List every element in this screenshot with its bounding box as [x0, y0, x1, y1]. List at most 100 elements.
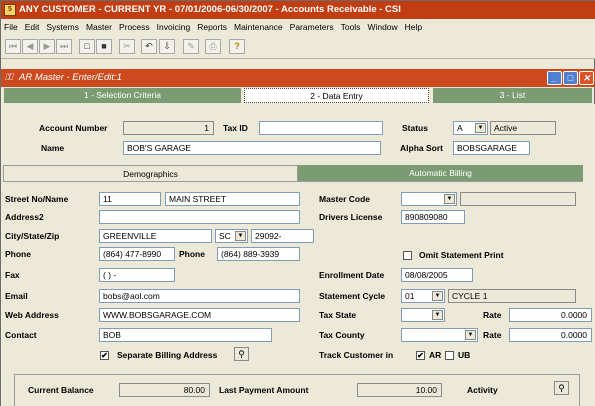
- close-button[interactable]: ✕: [579, 71, 594, 85]
- menu-maintenance[interactable]: Maintenance: [234, 22, 283, 32]
- email-label: Email: [5, 291, 28, 301]
- phone2-field[interactable]: (864) 889-3939: [217, 247, 300, 261]
- menu-master[interactable]: Master: [86, 22, 112, 32]
- separate-billing-checkbox[interactable]: ✔: [100, 351, 109, 360]
- tab-strip: 1 - Selection Criteria 2 - Data Entry 3 …: [1, 87, 595, 104]
- prev-record-icon[interactable]: ◀: [22, 39, 38, 54]
- app-title: ANY CUSTOMER - CURRENT YR - 07/01/2006-0…: [19, 4, 401, 15]
- statement-cycle-code: 01: [405, 291, 415, 301]
- statement-cycle-select[interactable]: 01 ▼: [401, 289, 445, 303]
- activity-label: Activity: [467, 385, 498, 395]
- data-entry-form: Account Number 1 Tax ID Status A ▼ Activ…: [1, 104, 595, 406]
- current-balance-field: 80.00: [119, 383, 210, 397]
- drivers-license-field[interactable]: 890809080: [401, 210, 465, 224]
- chevron-down-icon[interactable]: ▼: [444, 194, 455, 204]
- state-select[interactable]: SC ▼: [215, 229, 248, 243]
- last-payment-label: Last Payment Amount: [219, 385, 309, 395]
- menu-window[interactable]: Window: [367, 22, 397, 32]
- web-address-field[interactable]: WWW.BOBSGARAGE.COM: [99, 308, 300, 322]
- master-code-select[interactable]: ▼: [401, 192, 457, 206]
- menu-file[interactable]: File: [4, 22, 18, 32]
- omit-statement-label: Omit Statement Print: [419, 250, 504, 260]
- city-field[interactable]: GREENVILLE: [99, 229, 212, 243]
- minimize-button[interactable]: _: [547, 71, 562, 85]
- menu-edit[interactable]: Edit: [25, 22, 40, 32]
- menu-tools[interactable]: Tools: [341, 22, 361, 32]
- menu-bar: File Edit Systems Master Process Invoici…: [1, 19, 595, 35]
- fax-field[interactable]: ( ) -: [99, 268, 175, 282]
- toolbar: ⏮ ◀ ▶ ⏭ □ ■ ✂ ↶ ⇩ ✎ ⎙ ?: [1, 35, 595, 59]
- status-code: A: [457, 123, 463, 133]
- master-code-description: [460, 192, 576, 206]
- menu-help[interactable]: Help: [405, 22, 422, 32]
- name-field[interactable]: BOB'S GARAGE: [123, 141, 381, 155]
- account-number-field[interactable]: 1: [123, 121, 214, 135]
- status-text-field: Active: [490, 121, 556, 135]
- save-icon[interactable]: ■: [96, 39, 112, 54]
- separate-billing-label: Separate Billing Address: [117, 350, 218, 360]
- import-icon[interactable]: ⇩: [159, 39, 175, 54]
- menu-invoicing[interactable]: Invoicing: [157, 22, 191, 32]
- print-icon[interactable]: ⎙: [205, 39, 221, 54]
- first-record-icon[interactable]: ⏮: [5, 39, 21, 54]
- phone-field[interactable]: (864) 477-8990: [99, 247, 175, 261]
- omit-statement-checkbox[interactable]: [403, 251, 412, 260]
- street-no-field[interactable]: 11: [99, 192, 161, 206]
- address2-field[interactable]: [99, 210, 300, 224]
- chevron-down-icon[interactable]: ▼: [432, 291, 443, 301]
- next-record-icon[interactable]: ▶: [39, 39, 55, 54]
- subtab-demographics[interactable]: Demographics: [3, 165, 298, 181]
- tax-state-rate-label: Rate: [483, 310, 502, 320]
- statement-cycle-text: CYCLE 1: [448, 289, 576, 303]
- tax-county-rate-field[interactable]: 0.0000: [509, 328, 592, 342]
- menu-systems[interactable]: Systems: [46, 22, 79, 32]
- track-customer-label: Track Customer in: [319, 350, 394, 360]
- zip-field[interactable]: 29092-: [251, 229, 314, 243]
- tax-county-select[interactable]: ▼: [401, 328, 478, 342]
- search-icon[interactable]: ⚲: [554, 381, 569, 395]
- tax-state-select[interactable]: ▼: [401, 308, 445, 322]
- undo-icon[interactable]: ↶: [141, 39, 157, 54]
- enrollment-date-field[interactable]: 08/08/2005: [401, 268, 473, 282]
- last-record-icon[interactable]: ⏭: [56, 39, 72, 54]
- tax-state-rate-field[interactable]: 0.0000: [509, 308, 592, 322]
- tab-selection-criteria[interactable]: 1 - Selection Criteria: [4, 88, 241, 103]
- inner-window-title: AR Master - Enter/Edit:1: [19, 72, 122, 83]
- menu-process[interactable]: Process: [119, 22, 150, 32]
- edit-icon[interactable]: ✎: [183, 39, 199, 54]
- menu-parameters[interactable]: Parameters: [290, 22, 334, 32]
- subtab-divider: [3, 181, 583, 182]
- email-field[interactable]: bobs@aol.com: [99, 289, 300, 303]
- help-icon[interactable]: ?: [229, 39, 245, 54]
- maximize-button[interactable]: □: [563, 71, 578, 85]
- chevron-down-icon[interactable]: ▼: [465, 330, 476, 340]
- inner-window-title-bar: ⚿ AR Master - Enter/Edit:1 _ □ ✕: [1, 69, 595, 87]
- alpha-sort-field[interactable]: BOBSGARAGE: [453, 141, 530, 155]
- tax-id-field[interactable]: [259, 121, 383, 135]
- fax-label: Fax: [5, 270, 20, 280]
- chevron-down-icon[interactable]: ▼: [235, 231, 246, 241]
- alpha-sort-label: Alpha Sort: [400, 143, 443, 153]
- phone-label: Phone: [5, 249, 31, 259]
- chevron-down-icon[interactable]: ▼: [475, 123, 486, 133]
- master-code-label: Master Code: [319, 194, 371, 204]
- status-select[interactable]: A ▼: [453, 121, 488, 135]
- search-icon[interactable]: ⚲: [234, 347, 249, 361]
- current-balance-label: Current Balance: [28, 385, 94, 395]
- track-ub-checkbox[interactable]: [445, 351, 454, 360]
- contact-label: Contact: [5, 330, 37, 340]
- street-name-field[interactable]: MAIN STREET: [165, 192, 300, 206]
- track-ar-checkbox[interactable]: ✔: [416, 351, 425, 360]
- tab-data-entry[interactable]: 2 - Data Entry: [244, 88, 429, 103]
- delete-icon[interactable]: ✂: [119, 39, 135, 54]
- name-label: Name: [41, 143, 65, 153]
- state-code: SC: [219, 231, 231, 241]
- app-window: 5 ANY CUSTOMER - CURRENT YR - 07/01/2006…: [0, 0, 595, 406]
- new-icon[interactable]: □: [79, 39, 95, 54]
- tax-id-label: Tax ID: [223, 123, 248, 133]
- menu-reports[interactable]: Reports: [197, 22, 227, 32]
- tab-list[interactable]: 3 - List: [433, 88, 592, 103]
- subtab-automatic-billing[interactable]: Automatic Billing: [298, 165, 583, 181]
- chevron-down-icon[interactable]: ▼: [432, 310, 443, 320]
- contact-field[interactable]: BOB: [99, 328, 272, 342]
